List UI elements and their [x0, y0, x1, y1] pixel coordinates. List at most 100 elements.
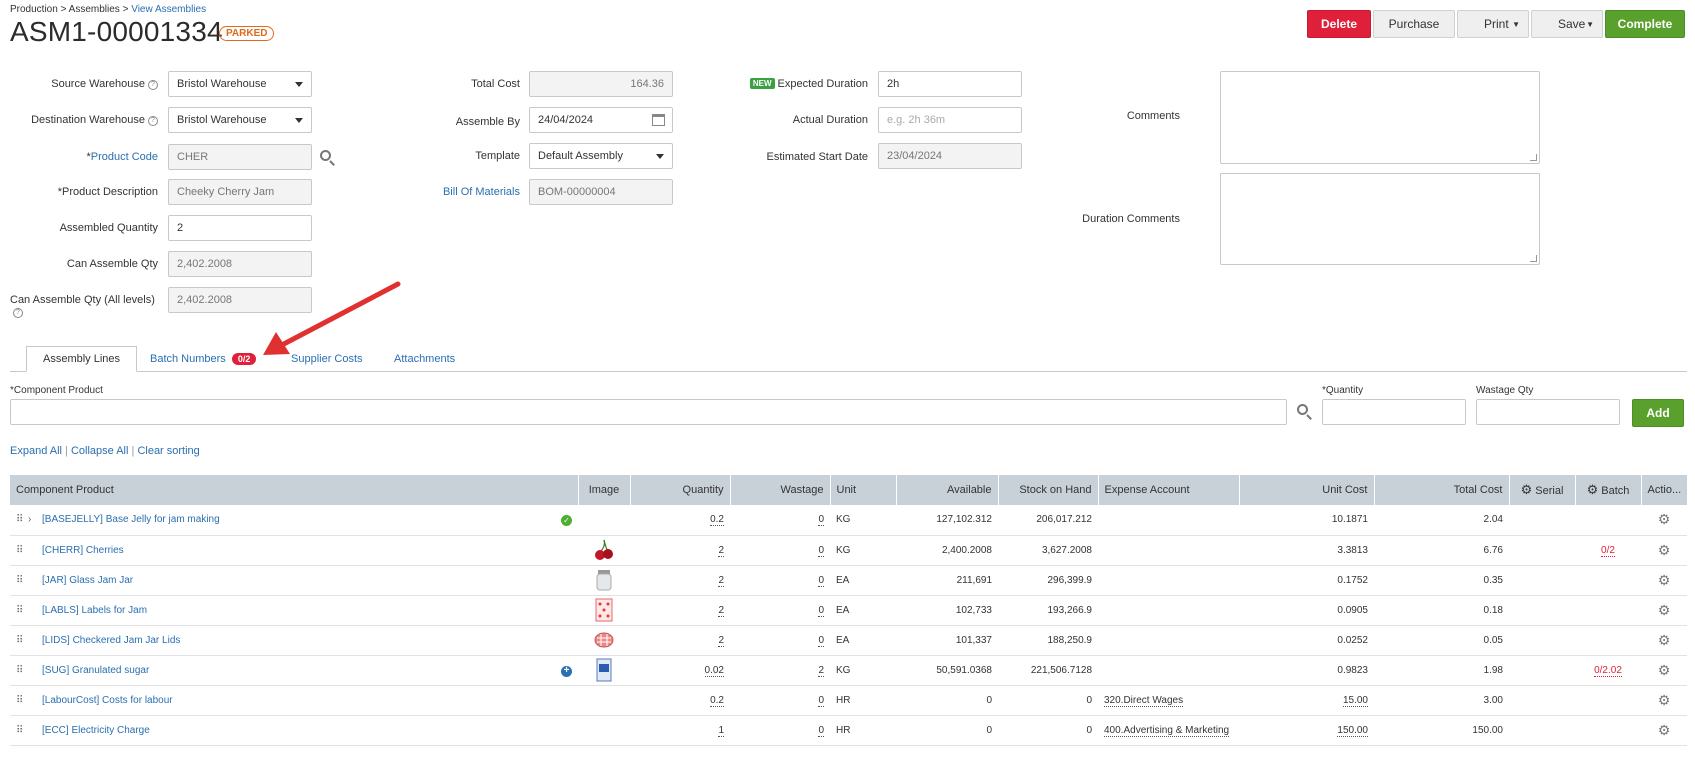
cell-expense-account[interactable] [1098, 505, 1239, 536]
purchase-button[interactable]: Purchase [1373, 10, 1455, 38]
cell-wastage[interactable]: 0 [730, 565, 830, 596]
quantity-input[interactable] [1322, 399, 1466, 425]
table-row[interactable]: ⠿ [ECC] Electricity Charge 1 0 HR 0 0 400.Adver… [10, 715, 1687, 746]
duration-comments-textarea[interactable] [1220, 173, 1540, 265]
cell-expense-account[interactable] [1098, 595, 1239, 626]
delete-button[interactable]: Delete [1307, 10, 1371, 38]
cell-batch[interactable] [1575, 595, 1641, 626]
col-unit-cost[interactable]: Unit Cost [1239, 475, 1375, 505]
col-expense-account[interactable]: Expense Account [1098, 475, 1240, 505]
cell-wastage[interactable]: 0 [730, 595, 830, 626]
search-icon[interactable] [319, 149, 337, 167]
cell-quantity[interactable]: 0.02 [630, 655, 730, 686]
plus-circle-icon[interactable]: + [561, 665, 572, 677]
breadcrumb-production[interactable]: Production [10, 4, 58, 15]
help-icon[interactable]: ? [13, 308, 23, 318]
cell-quantity[interactable]: 2 [630, 565, 730, 596]
col-batch[interactable]: ⚙ Batch [1575, 475, 1642, 505]
gear-icon[interactable]: ⚙ [1658, 663, 1671, 677]
cell-wastage[interactable]: 0 [730, 685, 830, 716]
cell-wastage[interactable]: 2 [730, 655, 830, 686]
wastage-qty-input[interactable] [1476, 399, 1620, 425]
cell-unit-cost[interactable]: 15.00 [1239, 685, 1374, 716]
tab-assembly-lines[interactable]: Assembly Lines [26, 346, 138, 372]
drag-handle-icon[interactable]: ⠿ [16, 575, 24, 586]
tab-supplier-costs[interactable]: Supplier Costs [291, 346, 363, 372]
cell-wastage[interactable]: 0 [730, 535, 830, 566]
clear-sorting-link[interactable]: Clear sorting [137, 445, 199, 457]
template-select[interactable]: Default Assembly [529, 143, 673, 169]
table-row[interactable]: ⠿ [LabourCost] Costs for labour 0.2 0 HR 0 0 32… [10, 685, 1687, 716]
cell-wastage[interactable]: 0 [730, 715, 830, 746]
drag-handle-icon[interactable]: ⠿ [16, 605, 24, 616]
drag-handle-icon[interactable]: ⠿ [16, 514, 24, 525]
gear-icon[interactable]: ⚙ [1658, 723, 1671, 737]
cell-expense-account[interactable] [1098, 625, 1239, 656]
gear-icon[interactable]: ⚙ [1658, 573, 1671, 587]
gear-icon[interactable]: ⚙ [1658, 603, 1671, 617]
product-link[interactable]: [SUG] Granulated sugar [42, 665, 149, 676]
product-description-field[interactable]: Cheeky Cherry Jam [168, 179, 312, 205]
product-link[interactable]: [JAR] Glass Jam Jar [42, 575, 133, 586]
chevron-right-icon[interactable]: › [28, 514, 38, 525]
cell-batch[interactable] [1575, 685, 1641, 716]
gear-icon[interactable]: ⚙ [1658, 512, 1671, 526]
table-row[interactable]: ⠿ [SUG] Granulated sugar +0.02 2 KG 50,591.03… [10, 655, 1687, 686]
cell-quantity[interactable]: 0.2 [630, 505, 730, 536]
help-icon[interactable]: ? [148, 116, 158, 126]
col-total-cost[interactable]: Total Cost [1374, 475, 1510, 505]
cell-expense-account[interactable]: 400.Advertising & Marketing [1098, 715, 1239, 746]
drag-handle-icon[interactable]: ⠿ [16, 725, 24, 736]
cell-batch[interactable] [1575, 715, 1641, 746]
col-unit[interactable]: Unit [830, 475, 897, 505]
actual-duration-field[interactable]: e.g. 2h 36m [878, 107, 1022, 133]
table-row[interactable]: ⠿ › [BASEJELLY] Base Jelly for jam making ✓… [10, 505, 1687, 536]
collapse-all-link[interactable]: Collapse All [71, 445, 128, 457]
table-row[interactable]: ⠿ [JAR] Glass Jam Jar 2 0 EA 211,691 296,399.9… [10, 565, 1687, 596]
component-product-input[interactable] [10, 399, 1287, 425]
product-link[interactable]: [ECC] Electricity Charge [42, 725, 150, 736]
col-quantity[interactable]: Quantity [630, 475, 731, 505]
destination-warehouse-select[interactable]: Bristol Warehouse [168, 107, 312, 133]
table-row[interactable]: ⠿ [CHERR] Cherries 2 0 KG 2,400.2008 3,627.200… [10, 535, 1687, 566]
cell-quantity[interactable]: 0.2 [630, 685, 730, 716]
gear-icon[interactable]: ⚙ [1658, 633, 1671, 647]
complete-button[interactable]: Complete [1605, 10, 1685, 38]
comments-textarea[interactable] [1220, 71, 1540, 164]
caret-down-icon[interactable]: ▼ [1586, 20, 1594, 29]
cell-quantity[interactable]: 1 [630, 715, 730, 746]
save-button[interactable]: Save ▼ [1531, 10, 1603, 38]
cell-expense-account[interactable] [1098, 535, 1239, 566]
drag-handle-icon[interactable]: ⠿ [16, 635, 24, 646]
help-icon[interactable]: ? [148, 80, 158, 90]
table-row[interactable]: ⠿ [LABLS] Labels for Jam 2 0 EA 102,733 193,26… [10, 595, 1687, 626]
cell-quantity[interactable]: 2 [630, 535, 730, 566]
breadcrumb-assemblies[interactable]: Assemblies [69, 4, 120, 15]
col-component-product[interactable]: Component Product [10, 475, 579, 505]
cell-batch[interactable] [1575, 625, 1641, 656]
source-warehouse-select[interactable]: Bristol Warehouse [168, 71, 312, 97]
tab-batch-numbers[interactable]: Batch Numbers 0/2 [150, 346, 257, 372]
cell-quantity[interactable]: 2 [630, 595, 730, 626]
bill-of-materials-link[interactable]: Bill Of Materials [400, 186, 520, 198]
tab-attachments[interactable]: Attachments [394, 346, 455, 372]
col-serial[interactable]: ⚙ Serial [1509, 475, 1576, 505]
expected-duration-field[interactable]: 2h [878, 71, 1022, 97]
cell-unit-cost[interactable]: 150.00 [1239, 715, 1374, 746]
product-link[interactable]: [LabourCost] Costs for labour [42, 695, 173, 706]
add-button[interactable]: Add [1632, 399, 1684, 427]
col-available[interactable]: Available [896, 475, 999, 505]
breadcrumb-view-assemblies[interactable]: View Assemblies [131, 4, 206, 15]
col-wastage[interactable]: Wastage [730, 475, 831, 505]
assembled-quantity-field[interactable]: 2 [168, 215, 312, 241]
caret-down-icon[interactable]: ▼ [1512, 20, 1520, 29]
calendar-icon[interactable] [652, 114, 665, 126]
cell-batch[interactable] [1575, 565, 1641, 596]
print-button[interactable]: Print ▼ [1457, 10, 1529, 38]
cell-expense-account[interactable] [1098, 655, 1239, 686]
cell-expense-account[interactable] [1098, 565, 1239, 596]
cell-quantity[interactable]: 2 [630, 625, 730, 656]
drag-handle-icon[interactable]: ⠿ [16, 695, 24, 706]
drag-handle-icon[interactable]: ⠿ [16, 545, 24, 556]
product-code-field[interactable]: CHER [168, 144, 312, 170]
